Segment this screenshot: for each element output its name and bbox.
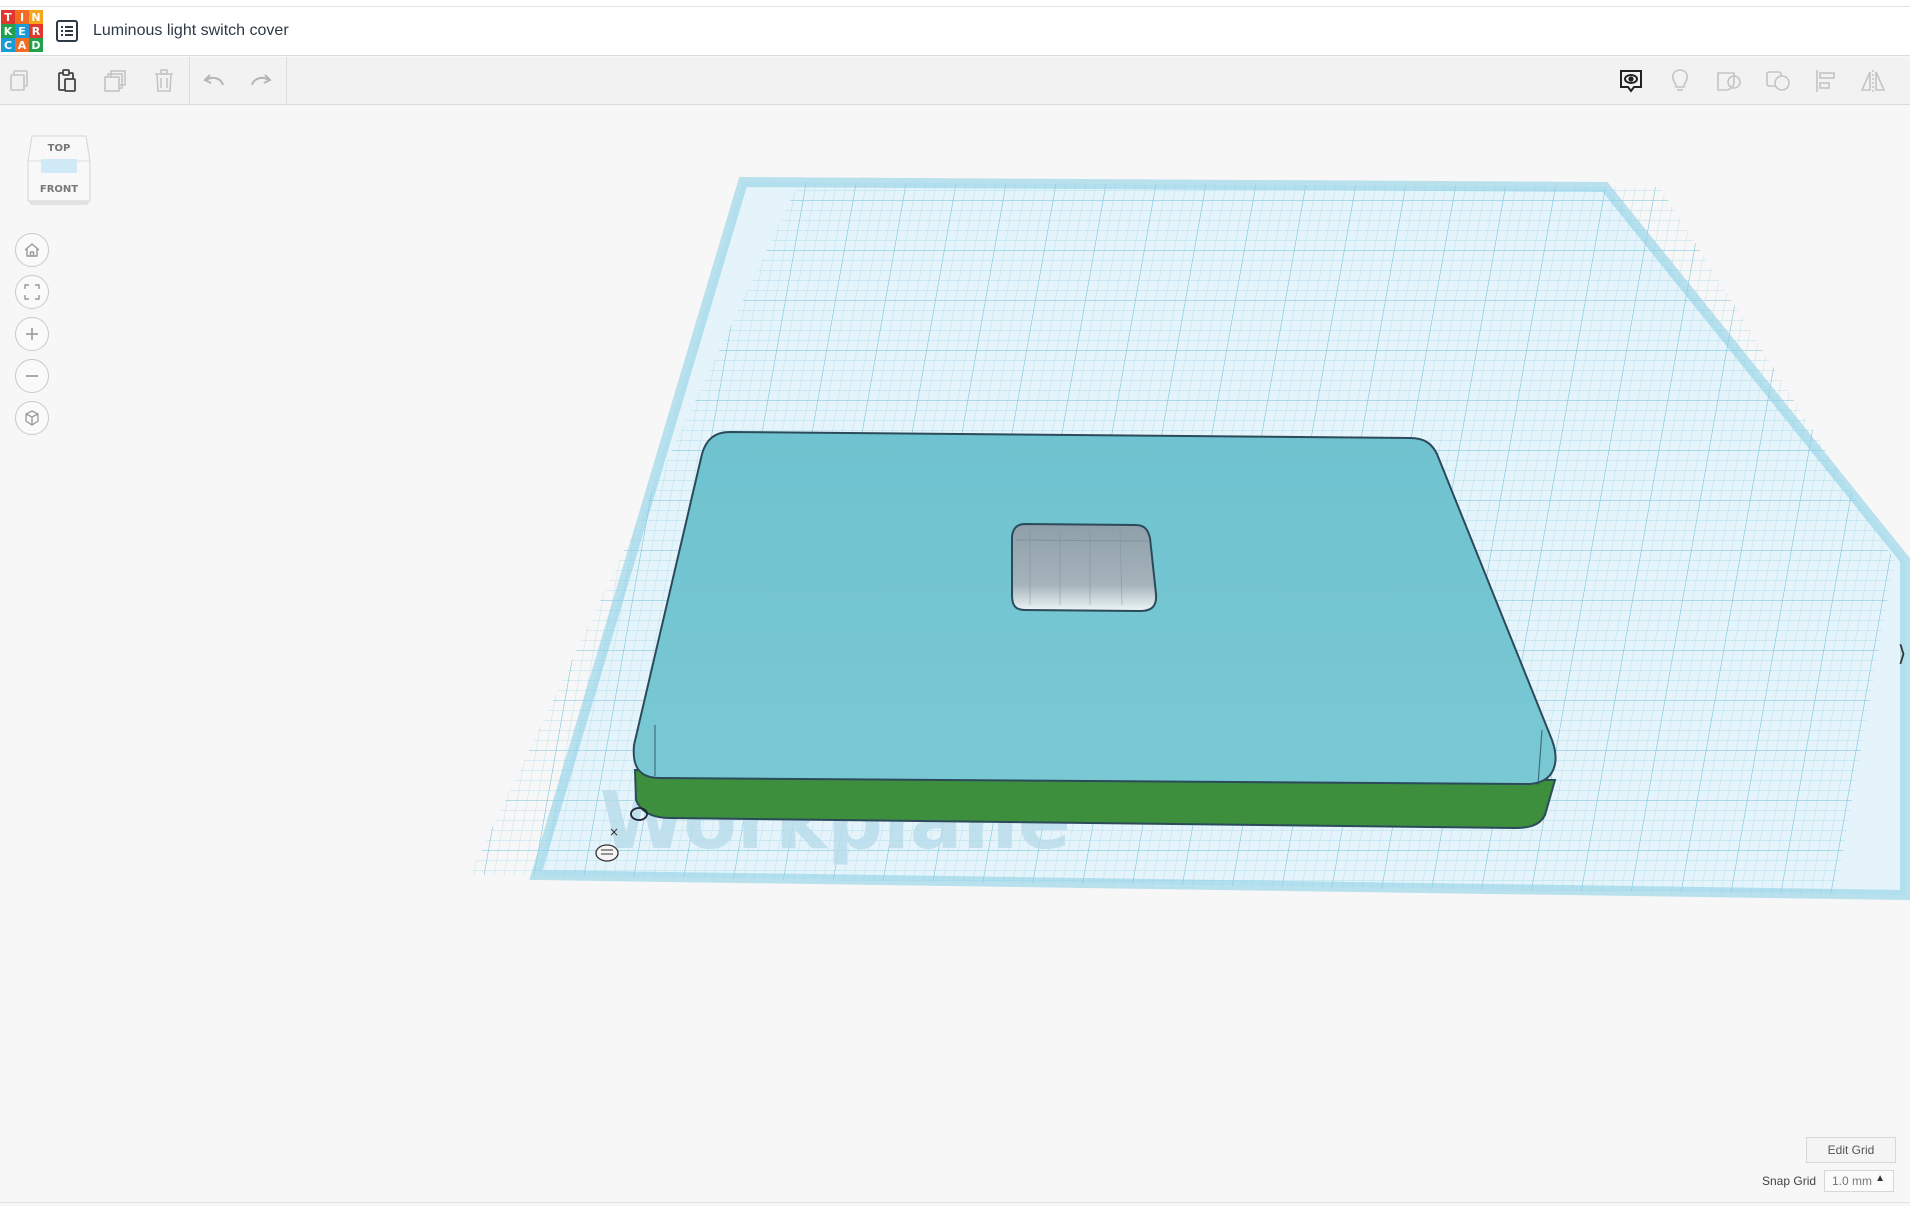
logo-tile: C: [1, 38, 15, 52]
logo-tile: R: [29, 24, 43, 38]
caret-up-icon: ▲: [1875, 1173, 1885, 1184]
edit-grid-button[interactable]: Edit Grid: [1806, 1137, 1896, 1163]
align-icon[interactable]: [1810, 65, 1842, 97]
mirror-icon[interactable]: [1857, 65, 1889, 97]
viewcube-front-label: FRONT: [40, 184, 78, 195]
ungroup-icon[interactable]: [1762, 65, 1794, 97]
fit-icon: [24, 284, 40, 300]
notes-icon[interactable]: [1615, 65, 1647, 97]
redo-icon[interactable]: [245, 65, 277, 97]
top-divider: [0, 6, 1910, 7]
home-view-button[interactable]: [15, 233, 49, 267]
logo-tile: D: [29, 38, 43, 52]
zoom-out-button[interactable]: [15, 359, 49, 393]
perspective-icon: [25, 410, 39, 426]
design-title[interactable]: Luminous light switch cover: [93, 22, 289, 40]
snap-grid-label: Snap Grid: [1762, 1174, 1817, 1188]
undo-icon[interactable]: [198, 65, 230, 97]
svg-text:×: ×: [609, 825, 619, 839]
logo-tile: K: [1, 24, 15, 38]
fit-view-button[interactable]: [15, 275, 49, 309]
perspective-toggle-button[interactable]: [15, 401, 49, 435]
top-bar: TINKERCAD Luminous light switch cover: [0, 0, 1910, 56]
edit-toolbar: [0, 57, 1910, 105]
zoom-in-icon: [26, 328, 38, 340]
scene-canvas[interactable]: Workplane ×: [0, 106, 1910, 1206]
snap-grid-value: 1.0 mm: [1832, 1174, 1873, 1188]
bottom-divider: [0, 1202, 1910, 1203]
home-icon: [24, 243, 40, 257]
logo-tile: E: [15, 24, 29, 38]
3d-viewport[interactable]: Workplane ×: [0, 106, 1910, 1206]
paste-icon[interactable]: [51, 65, 83, 97]
group-icon[interactable]: [1713, 65, 1745, 97]
logo-tile: I: [15, 10, 29, 24]
copy-icon[interactable]: [5, 65, 37, 97]
logo-tile: N: [29, 10, 43, 24]
view-cube[interactable]: TOP FRONT: [27, 131, 91, 205]
logo-tile: T: [1, 10, 15, 24]
tinkercad-logo[interactable]: TINKERCAD: [1, 10, 43, 52]
zoom-out-icon: [26, 375, 38, 377]
design-list-icon[interactable]: [54, 18, 80, 44]
duplicate-icon[interactable]: [100, 65, 132, 97]
chevron-right-icon: ⟩: [1897, 641, 1907, 666]
delete-icon[interactable]: [148, 65, 180, 97]
snap-grid-select[interactable]: 1.0 mm ▲: [1824, 1170, 1894, 1192]
panel-collapse-handle[interactable]: ⟩: [1894, 636, 1910, 672]
logo-tile: A: [15, 38, 29, 52]
toolbar-separator: [286, 57, 287, 105]
light-switch-cover-model[interactable]: [632, 430, 1557, 830]
zoom-in-button[interactable]: [15, 317, 49, 351]
light-bulb-icon[interactable]: [1664, 65, 1696, 97]
viewcube-top-label: TOP: [48, 143, 71, 154]
toolbar-separator: [189, 57, 190, 105]
